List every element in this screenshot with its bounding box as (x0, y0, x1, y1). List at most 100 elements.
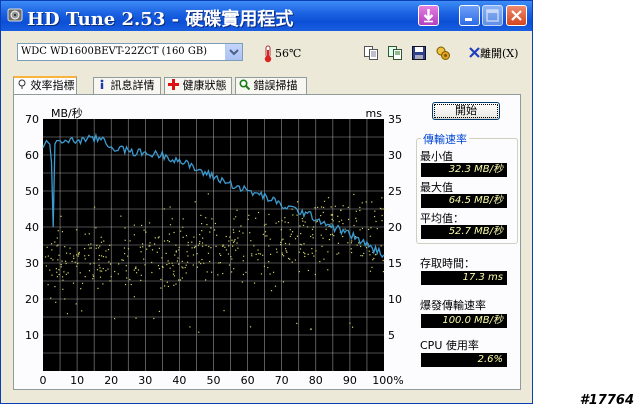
access-time-point (251, 253, 253, 255)
access-time-point (62, 279, 64, 281)
access-time-point (158, 310, 161, 313)
access-time-point (181, 277, 183, 279)
access-time-point (168, 241, 170, 243)
copy-text-icon[interactable] (387, 45, 403, 61)
access-time-point (342, 235, 344, 238)
access-time-point (325, 228, 327, 230)
close-icon (511, 10, 522, 21)
access-time-point (288, 243, 291, 245)
access-time-point (165, 252, 167, 254)
access-time-point (300, 232, 302, 235)
access-time-point (109, 280, 111, 282)
access-time-point (195, 245, 197, 247)
access-time-point (294, 259, 296, 261)
tab-error-scan[interactable]: 錯誤掃描 (235, 77, 307, 94)
access-time-point (168, 233, 171, 235)
access-time-point (381, 220, 383, 222)
access-time-point (65, 252, 68, 254)
access-time-point (235, 216, 237, 218)
maximize-button[interactable] (482, 5, 503, 26)
access-time-point (118, 263, 120, 265)
dropdown-arrow[interactable] (225, 44, 242, 60)
access-time-point (84, 247, 86, 250)
access-time-point (201, 258, 203, 261)
close-button[interactable] (506, 5, 527, 26)
access-time-point (187, 255, 189, 257)
access-time-point (381, 197, 383, 199)
access-time-point (137, 269, 140, 271)
access-time-point (216, 234, 218, 236)
exit-x-icon (469, 47, 480, 58)
access-time-point (146, 248, 148, 250)
access-time-point (210, 247, 212, 249)
access-time-point (374, 210, 376, 212)
access-time-point (133, 234, 135, 236)
x-tick-label: 40 (172, 374, 186, 387)
access-time-point (382, 270, 385, 273)
tab-benchmark[interactable]: 效率指標 (13, 76, 77, 95)
y-left-tick-label: 60 (25, 149, 39, 162)
access-time-point (369, 254, 371, 256)
access-time-point (75, 229, 78, 231)
access-time-point (298, 251, 300, 253)
access-time-point (149, 242, 151, 244)
tab-info[interactable]: 訊息詳情 (93, 77, 161, 94)
access-time-point (211, 218, 213, 220)
minimize-button[interactable] (459, 5, 480, 26)
cpu-usage-value: 2.6% (421, 353, 507, 367)
drive-select[interactable]: WDC WD1600BEVT-22ZCT (160 GB) (17, 43, 243, 61)
tab-health[interactable]: 健康狀態 (164, 77, 232, 94)
x-tick-label: 50 (207, 374, 221, 387)
access-time-point (263, 265, 266, 267)
access-time-point (200, 262, 202, 265)
access-time-point (225, 249, 228, 251)
options-icon[interactable] (435, 45, 451, 61)
access-time-point (175, 244, 177, 246)
access-time-point (126, 277, 128, 279)
access-time-point (267, 267, 269, 269)
x-tick-label: 0 (40, 374, 47, 387)
exit-button[interactable]: 離開(X) (469, 45, 518, 61)
access-time-point (125, 270, 127, 272)
x-tick-label: 30 (138, 374, 152, 387)
access-time-point (361, 202, 363, 204)
access-time-point (57, 244, 59, 246)
access-time-point (202, 237, 204, 239)
start-button[interactable]: 開始 (432, 102, 500, 120)
access-time-point (46, 246, 48, 248)
access-time-point (206, 271, 208, 273)
access-time-point (228, 240, 230, 242)
access-time-point (140, 251, 142, 253)
access-time-point (120, 215, 122, 217)
access-time-point (303, 251, 305, 254)
access-time-point (253, 245, 255, 247)
access-time-point (133, 224, 135, 226)
access-time-point (201, 230, 203, 232)
access-time-point (135, 272, 138, 274)
y-right-tick-label: 30 (388, 149, 402, 162)
save-icon[interactable] (411, 45, 427, 61)
copy-icon[interactable] (363, 45, 379, 61)
access-time-point (311, 228, 314, 231)
access-time-point (99, 267, 101, 269)
y-right-axis-label: ms (366, 107, 383, 120)
access-time-point (192, 254, 195, 256)
access-time-point (124, 239, 126, 241)
access-time-point (312, 234, 314, 236)
access-time-point (251, 255, 253, 257)
access-time-point (56, 271, 58, 273)
title-bar[interactable]: HD Tune 2.53 - 硬碟實用程式 (1, 1, 532, 31)
download-button[interactable] (418, 5, 439, 26)
access-time-point (233, 268, 235, 270)
access-time-point (167, 239, 169, 242)
access-time-point (179, 279, 182, 281)
access-time-point (178, 246, 180, 249)
access-time-point (350, 248, 352, 250)
access-time-point (97, 287, 99, 290)
access-time-point (77, 255, 79, 257)
access-time-point (100, 241, 103, 243)
access-time-point (272, 271, 275, 273)
max-label: 最大值 (420, 181, 453, 194)
access-time-point (257, 259, 259, 261)
access-time-point (360, 254, 362, 257)
